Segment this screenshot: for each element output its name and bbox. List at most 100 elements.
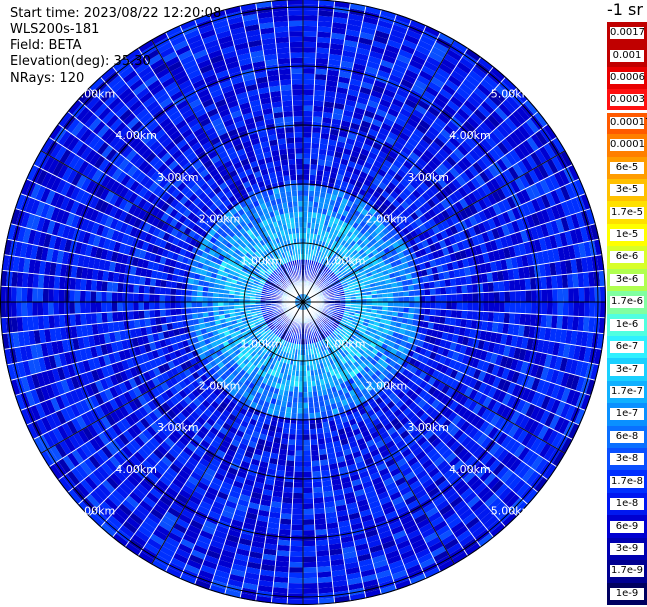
range-bin xyxy=(316,433,325,440)
range-bin xyxy=(440,309,447,317)
range-bin xyxy=(303,47,317,53)
range-bin xyxy=(535,499,551,516)
range-bin xyxy=(303,174,310,181)
range-bin xyxy=(303,57,316,64)
ppi-plot: 1.00km 1.00km1.00km1.00km2.00km 2.00km2.00… xyxy=(0,0,606,605)
range-bin xyxy=(298,386,303,393)
range-bin xyxy=(297,408,303,414)
range-bin xyxy=(310,158,318,165)
range-bin xyxy=(503,312,510,324)
range-bin xyxy=(303,540,316,547)
range-bin xyxy=(493,302,500,313)
range-bin xyxy=(399,594,418,605)
range-bin xyxy=(473,555,491,570)
range-bin xyxy=(160,576,178,589)
range-bin xyxy=(552,117,566,135)
range-bin xyxy=(487,282,494,293)
range-bin xyxy=(487,311,494,322)
range-bin xyxy=(303,185,310,191)
range-bin xyxy=(55,499,71,516)
range-bin xyxy=(285,465,295,472)
range-bin xyxy=(286,455,295,462)
range-bin xyxy=(237,603,255,605)
range-bin xyxy=(303,0,319,6)
range-bin xyxy=(552,469,566,487)
range-bin xyxy=(524,278,532,291)
range-bin xyxy=(277,539,291,546)
range-bin xyxy=(456,30,474,44)
range-bin xyxy=(445,18,463,31)
range-bin xyxy=(291,514,303,520)
range-bin xyxy=(483,302,489,312)
range-bin xyxy=(445,309,452,318)
range-bin xyxy=(572,316,579,331)
range-bin xyxy=(19,444,32,462)
range-bin xyxy=(455,318,462,327)
range-bin xyxy=(393,302,399,308)
range-bin xyxy=(524,313,532,326)
range-bin xyxy=(546,486,561,503)
range-bin xyxy=(499,302,505,313)
range-bin xyxy=(31,455,45,473)
range-bin xyxy=(367,599,385,605)
range-bin xyxy=(413,307,420,315)
range-bin xyxy=(303,471,313,478)
range-bin xyxy=(281,497,293,504)
range-bin xyxy=(470,39,488,53)
range-bin xyxy=(451,302,457,311)
range-bin xyxy=(77,523,94,539)
range-bin xyxy=(303,498,314,504)
range-bin xyxy=(519,278,526,291)
range-bin xyxy=(310,444,319,451)
range-bin xyxy=(303,408,309,414)
range-bin xyxy=(290,530,303,536)
range-bin xyxy=(590,397,601,415)
range-bin xyxy=(311,460,321,467)
range-bin xyxy=(562,302,569,316)
range-bin xyxy=(439,316,446,325)
range-bin xyxy=(310,439,318,446)
range-bin xyxy=(367,0,385,5)
range-bin xyxy=(461,284,468,294)
range-bin xyxy=(531,289,537,302)
range-bin xyxy=(221,599,239,605)
range-bin xyxy=(488,302,495,313)
range-bin xyxy=(303,487,314,494)
range-bin xyxy=(482,311,489,322)
range-bin xyxy=(317,438,326,445)
range-bin xyxy=(462,293,468,302)
range-bin xyxy=(561,315,569,330)
range-bin xyxy=(351,603,369,605)
range-bin xyxy=(289,545,303,552)
range-bin xyxy=(514,313,521,325)
range-bin xyxy=(467,293,473,302)
range-bin xyxy=(281,502,293,509)
range-bin xyxy=(303,158,311,165)
range-bin xyxy=(279,518,292,525)
range-bin xyxy=(434,315,441,324)
range-bin xyxy=(572,273,579,288)
range-bin xyxy=(314,68,328,75)
range-bin xyxy=(289,423,297,430)
range-bin xyxy=(291,519,303,526)
range-bin xyxy=(466,284,473,294)
range-bin xyxy=(483,292,489,302)
range-bin xyxy=(315,58,329,65)
range-bin xyxy=(403,296,410,302)
range-bin xyxy=(316,31,332,38)
range-bin xyxy=(292,492,303,499)
range-bin xyxy=(303,588,319,595)
range-bin xyxy=(279,523,292,531)
range-bin xyxy=(303,461,312,467)
range-bin xyxy=(303,476,313,483)
range-bin xyxy=(424,308,431,316)
range-bin xyxy=(303,68,316,74)
range-bin xyxy=(556,274,563,289)
range-bin xyxy=(284,470,295,477)
range-bin xyxy=(317,26,332,33)
range-bin xyxy=(316,566,332,573)
range-bin xyxy=(444,316,451,326)
range-bin xyxy=(311,142,320,149)
range-bin xyxy=(525,290,532,302)
range-bin xyxy=(498,280,505,292)
